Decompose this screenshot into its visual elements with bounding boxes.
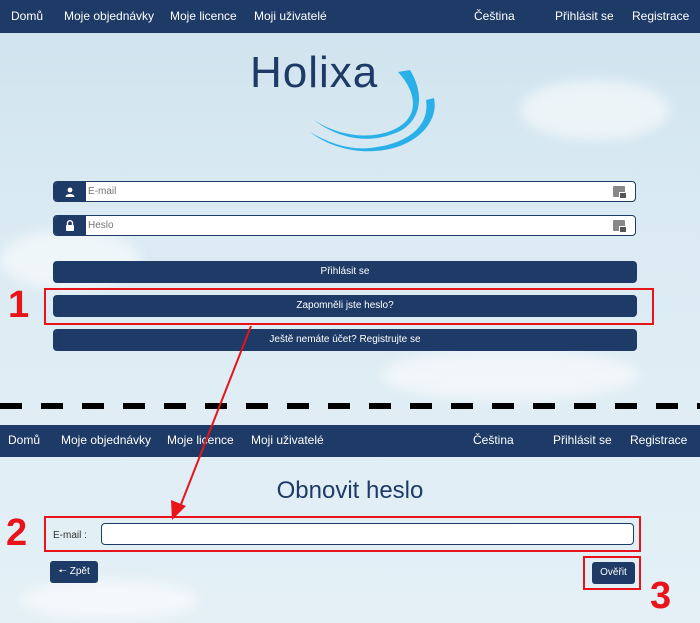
arrow-left-icon: 🠔: [58, 566, 67, 577]
keyboard-icon[interactable]: [613, 220, 627, 233]
nav-my-orders[interactable]: Moje objednávky: [64, 10, 154, 22]
top-navbar: Domů Moje objednávky Moje licence Moji u…: [0, 0, 700, 33]
nav-my-users[interactable]: Moji uživatelé: [251, 434, 324, 446]
login-password-input[interactable]: [88, 216, 598, 235]
login-button[interactable]: Přihlásit se: [53, 261, 637, 283]
login-email-field[interactable]: [53, 181, 636, 202]
nav-my-licenses[interactable]: Moje licence: [170, 10, 237, 22]
nav-home[interactable]: Domů: [8, 434, 40, 446]
cloud-decoration: [520, 80, 670, 140]
nav-register[interactable]: Registrace: [632, 10, 689, 22]
nav-my-licenses[interactable]: Moje licence: [167, 434, 234, 446]
annotation-box-2: [44, 516, 641, 552]
nav-language[interactable]: Čeština: [473, 434, 514, 446]
login-password-field[interactable]: [53, 215, 636, 236]
register-button[interactable]: Ještě nemáte účet? Registrujte se: [53, 329, 637, 351]
cloud-decoration: [380, 350, 640, 400]
annotation-box-3: [583, 556, 641, 590]
nav-login[interactable]: Přihlásit se: [555, 10, 614, 22]
bottom-navbar: Domů Moje objednávky Moje licence Moji u…: [0, 425, 700, 457]
nav-home[interactable]: Domů: [11, 10, 43, 22]
annotation-number-3: 3: [650, 575, 672, 617]
page-title: Obnovit heslo: [276, 477, 424, 504]
holixa-logo: Holixa: [250, 48, 450, 158]
nav-login[interactable]: Přihlásit se: [553, 434, 612, 446]
login-email-input[interactable]: [88, 182, 598, 201]
lock-icon: [54, 216, 86, 235]
cloud-decoration: [20, 580, 200, 620]
logo-swoosh-icon: [310, 70, 435, 152]
nav-my-orders[interactable]: Moje objednávky: [61, 434, 151, 446]
annotation-number-2: 2: [6, 512, 28, 554]
back-button[interactable]: 🠔 Zpět: [50, 561, 98, 583]
user-icon: [54, 182, 86, 201]
back-button-label: Zpět: [69, 566, 90, 577]
section-separator: [0, 403, 700, 409]
nav-language[interactable]: Čeština: [474, 10, 515, 22]
annotation-number-1: 1: [8, 284, 30, 326]
nav-my-users[interactable]: Moji uživatelé: [254, 10, 327, 22]
annotation-box-1: [44, 288, 654, 325]
nav-register[interactable]: Registrace: [630, 434, 687, 446]
keyboard-icon[interactable]: [613, 186, 627, 199]
